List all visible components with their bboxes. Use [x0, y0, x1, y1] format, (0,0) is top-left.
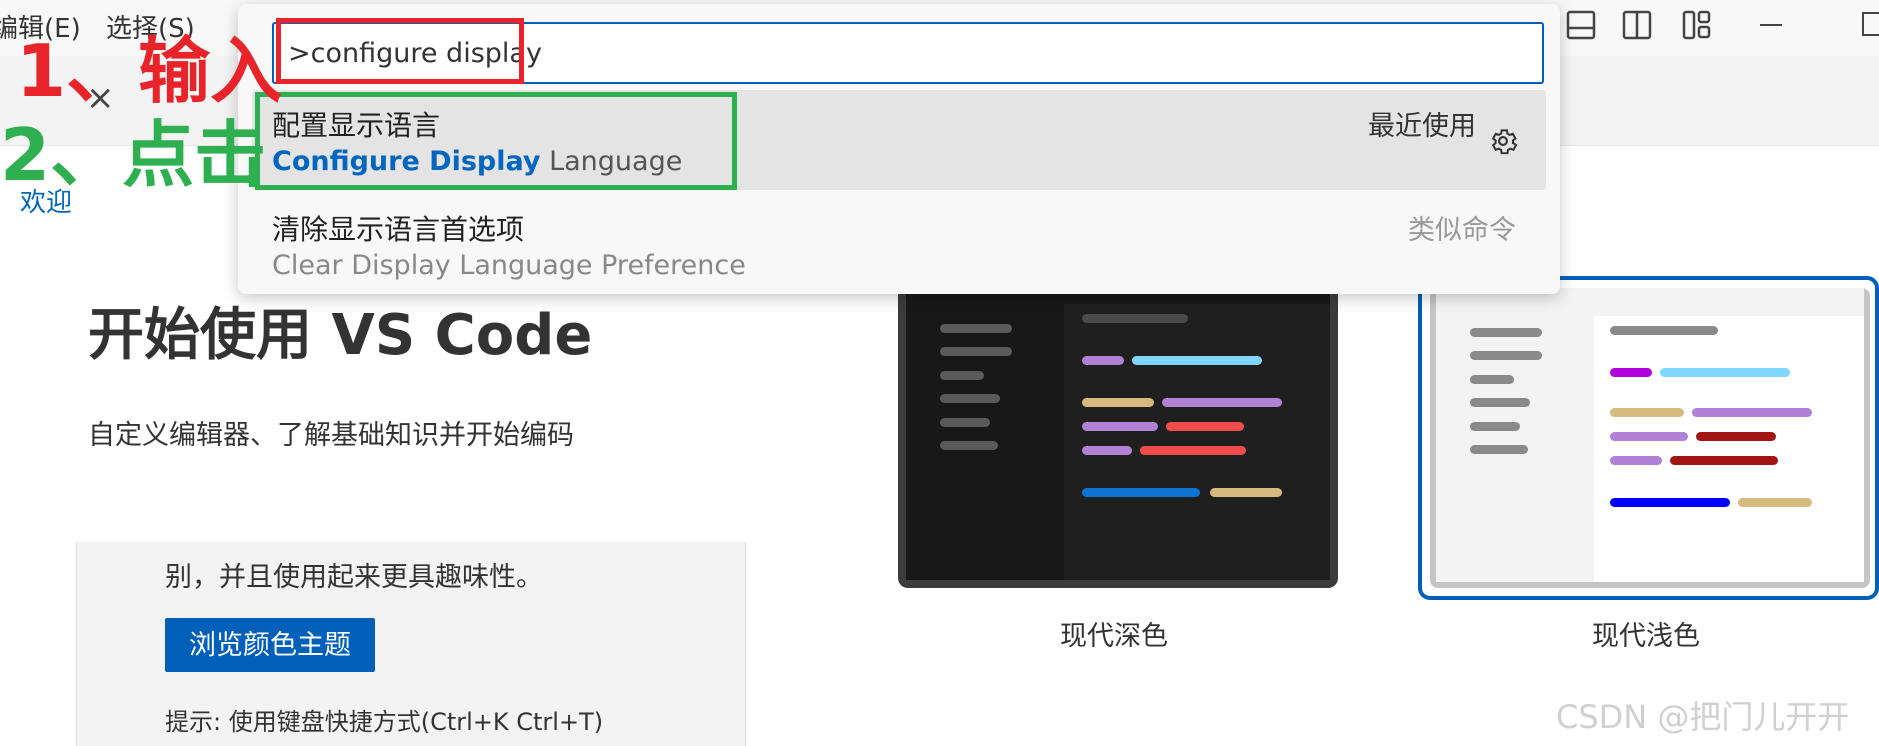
page-title: 开始使用 VS Code: [88, 303, 593, 368]
input-highlight-box: [276, 18, 524, 84]
customize-layout-icon[interactable]: [1682, 10, 1712, 40]
theme-preview-light[interactable]: [1418, 276, 1879, 600]
page-subtitle: 自定义编辑器、了解基础知识并开始编码: [88, 420, 574, 451]
command-result-clear-display-language[interactable]: 清除显示语言首选项 Clear Display Language Prefere…: [252, 194, 1546, 294]
browse-color-themes-button[interactable]: 浏览颜色主题: [165, 618, 375, 672]
theme-preview-dark[interactable]: [898, 286, 1338, 588]
theme-label-dark: 现代深色: [1060, 621, 1168, 652]
color-theme-card: 别，并且使用起来更具趣味性。 浏览颜色主题 提示: 使用键盘快捷方式(Ctrl+…: [76, 542, 746, 746]
sidebar-layout-icon[interactable]: [1622, 10, 1652, 40]
card-description: 别，并且使用起来更具趣味性。: [165, 562, 543, 593]
watermark: CSDN @把门儿开开: [1556, 698, 1850, 736]
maximize-icon[interactable]: [1862, 12, 1879, 36]
similar-commands-badge: 类似命令: [1408, 215, 1516, 246]
gear-icon[interactable]: [1486, 124, 1520, 158]
result-title: 清除显示语言首选项: [272, 213, 525, 246]
result-highlight-box: [255, 92, 737, 190]
step-2-annotation: 2、点击: [0, 113, 267, 197]
theme-label-light: 现代浅色: [1592, 621, 1700, 652]
recently-used-badge: 最近使用: [1368, 111, 1476, 142]
keyboard-shortcut-tip: 提示: 使用键盘快捷方式(Ctrl+K Ctrl+T): [165, 708, 604, 736]
result-subtitle: Clear Display Language Preference: [272, 250, 746, 281]
minimize-icon[interactable]: [1760, 24, 1782, 26]
panel-layout-icon[interactable]: [1566, 10, 1596, 40]
